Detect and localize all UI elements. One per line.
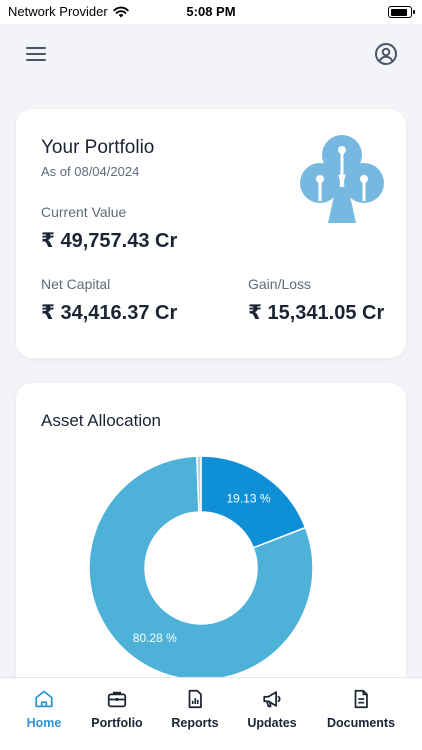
document-icon [354, 689, 368, 709]
app-header [0, 24, 422, 86]
gain-loss-value: ₹ 15,341.05 Cr [248, 302, 385, 324]
nav-documents[interactable]: Documents [324, 688, 398, 736]
portfolio-title: Your Portfolio [41, 137, 155, 158]
net-capital-value: ₹ 34,416.37 Cr [41, 302, 178, 324]
nav-documents-label: Documents [326, 716, 396, 730]
profile-button[interactable] [374, 42, 398, 66]
current-value-label: Current Value [41, 204, 127, 220]
home-icon [35, 690, 53, 708]
portfolio-card: Your Portfolio As of 08/04/2024 Current … [16, 109, 406, 358]
asset-allocation-title: Asset Allocation [41, 411, 162, 430]
bottom-nav: Home Portfolio Reports Updates Documents [0, 677, 422, 750]
nav-portfolio-label: Portfolio [91, 716, 143, 730]
asset-allocation-card: Asset Allocation 19.13 % 80.28 % [16, 383, 406, 693]
briefcase-icon [107, 691, 127, 708]
nav-home[interactable]: Home [22, 688, 66, 736]
nav-updates-label: Updates [247, 716, 297, 730]
battery-icon [388, 6, 415, 18]
donut-slice-label-0: 19.13 % [226, 492, 270, 506]
status-bar: Network Provider 5:08 PM [0, 0, 422, 24]
portfolio-date: As of 08/04/2024 [41, 164, 140, 179]
nav-home-label: Home [26, 716, 62, 730]
asset-allocation-donut-chart: 19.13 % 80.28 % [88, 455, 314, 681]
brand-logo [300, 135, 384, 223]
nav-reports[interactable]: Reports [166, 688, 224, 736]
net-capital-label: Net Capital [41, 276, 111, 292]
current-value: ₹ 49,757.43 Cr [41, 230, 178, 252]
report-icon [188, 689, 202, 709]
status-time: 5:08 PM [186, 4, 236, 19]
hamburger-menu-icon [26, 47, 46, 61]
nav-updates[interactable]: Updates [243, 688, 301, 736]
donut-slice-label-1: 80.28 % [133, 631, 177, 645]
nav-reports-label: Reports [171, 716, 219, 730]
nav-portfolio[interactable]: Portfolio [86, 688, 148, 736]
megaphone-icon [263, 691, 281, 708]
gain-loss-label: Gain/Loss [248, 276, 312, 292]
user-circle-icon [375, 43, 397, 65]
menu-button[interactable] [24, 42, 48, 66]
